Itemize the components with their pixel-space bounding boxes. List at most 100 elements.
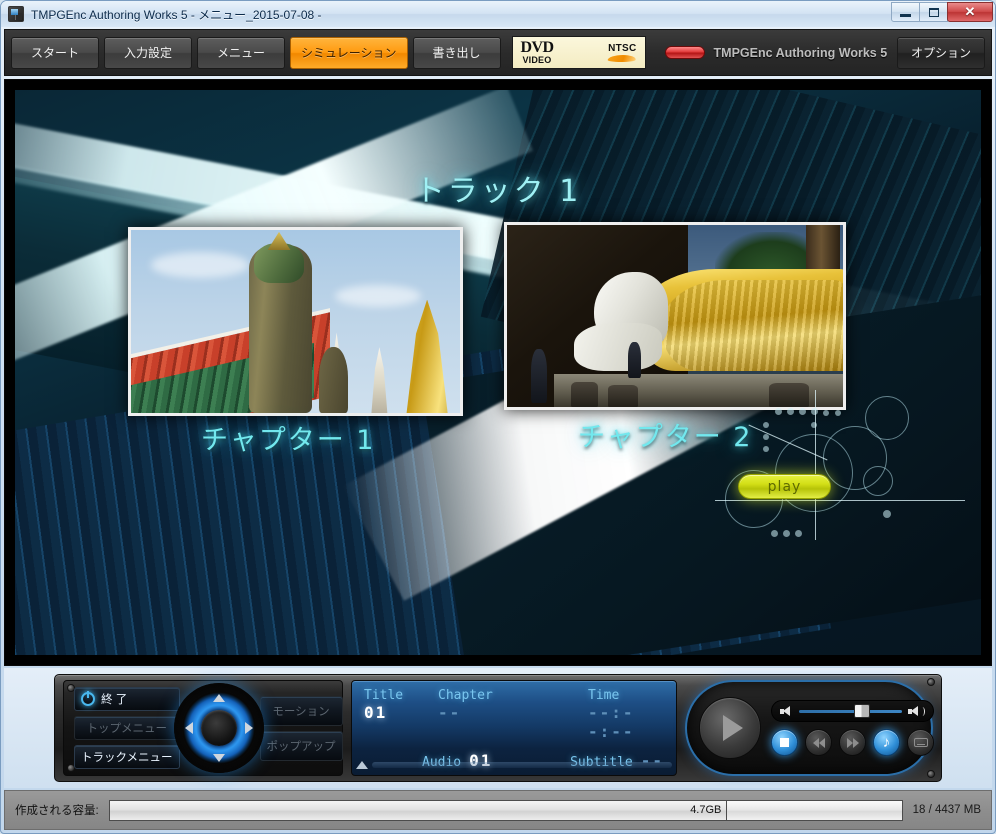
chapter-1-label: チャプター 1 — [201, 425, 376, 456]
thumb2-offering-urn — [607, 385, 639, 407]
expand-triangle-icon[interactable] — [356, 760, 368, 769]
dvd-logo-bottom: VIDEO — [522, 55, 552, 65]
transport-buttons: ♪ — [771, 729, 934, 756]
play-menu-button[interactable]: play — [738, 474, 831, 499]
capacity-disc-size: 4.7GB — [109, 800, 728, 820]
ntsc-label: NTSC — [608, 42, 637, 54]
power-icon — [81, 692, 95, 706]
volume-low-icon — [780, 705, 793, 717]
preview-stage-frame: トラック 1 チャプター 1 チャプター 2 play — [4, 79, 992, 666]
minimize-button[interactable] — [891, 2, 920, 22]
dvd-logo: DVD VIDEO — [521, 40, 554, 65]
dpad-right-icon[interactable] — [244, 722, 253, 734]
main-toolbar: スタート 入力設定 メニュー シミュレーション 書き出し DVD VIDEO N… — [4, 29, 992, 76]
info-row-primary: Title 01 Chapter -- Time --:--:-- — [364, 688, 664, 741]
stop-icon — [780, 738, 789, 747]
info-expand-area — [356, 759, 672, 770]
previous-icon — [813, 738, 825, 748]
thumb1-cloud — [334, 284, 421, 307]
chapter-1-thumbnail[interactable] — [128, 227, 463, 416]
thumb2-visitor — [627, 341, 642, 378]
title-bar: TMPGEnc Authoring Works 5 - メニュー_2015-07… — [1, 1, 995, 27]
info-track-bar — [372, 761, 672, 768]
brand-area: TMPGEnc Authoring Works 5 — [651, 46, 892, 60]
chapter-field: Chapter -- — [438, 688, 588, 722]
remote-right-buttons: モーション ポップアップ — [259, 695, 343, 761]
playback-right-column: ♪ — [771, 700, 934, 756]
tab-start[interactable]: スタート — [11, 36, 99, 69]
title-field: Title 01 — [364, 688, 438, 722]
thumb1-cloud — [150, 251, 250, 278]
thumb2-buddha-arm — [574, 323, 662, 371]
remote-left-buttons: 終 了 トップメニュー トラックメニュー — [74, 687, 180, 769]
tab-menu[interactable]: メニュー — [197, 36, 285, 69]
time-field: Time --:--:-- — [588, 688, 664, 741]
tab-simulation[interactable]: シミュレーション — [290, 36, 408, 69]
track-title-text: トラック 1 — [414, 174, 582, 209]
brand-logo-icon — [664, 46, 705, 59]
play-button[interactable] — [699, 697, 761, 759]
volume-knob[interactable] — [853, 704, 870, 718]
capacity-meter: 4.7GB — [108, 799, 903, 821]
chapter-2-label: チャプター 2 — [578, 422, 753, 453]
top-menu-button[interactable]: トップメニュー — [74, 716, 180, 740]
minimize-icon — [900, 13, 911, 17]
window-title: TMPGEnc Authoring Works 5 - メニュー_2015-07… — [31, 7, 322, 22]
capacity-overflow-region — [727, 800, 902, 820]
thumb2-robe-folds — [661, 279, 843, 371]
playback-controls: ♪ — [685, 678, 935, 778]
maximize-button[interactable] — [919, 2, 948, 22]
popup-button[interactable]: ポップアップ — [259, 730, 343, 761]
volume-track[interactable] — [799, 704, 902, 718]
capacity-label: 作成される容量: — [15, 805, 99, 817]
previous-button[interactable] — [805, 729, 832, 756]
subtitle-button[interactable] — [907, 729, 934, 756]
stop-button[interactable] — [771, 729, 798, 756]
chapter-2-thumbnail[interactable] — [504, 222, 846, 410]
time-label: Time — [588, 688, 620, 703]
thumb2-visitor — [530, 348, 548, 404]
playback-info-display: Title 01 Chapter -- Time --:--:-- Audio — [351, 680, 677, 776]
screw-icon — [927, 678, 935, 686]
dvd-logo-top: DVD — [520, 39, 554, 56]
control-bar: 終 了 トップメニュー トラックメニュー モーション ポップアップ Title … — [4, 668, 992, 788]
title-value: 01 — [364, 703, 388, 722]
app-icon — [8, 6, 24, 22]
dpad-control[interactable] — [173, 683, 264, 773]
exit-label: 終 了 — [101, 694, 128, 706]
brand-name: TMPGEnc Authoring Works 5 — [713, 45, 888, 60]
options-button[interactable]: オプション — [897, 36, 985, 69]
subtitle-icon — [913, 738, 928, 747]
tab-input-settings[interactable]: 入力設定 — [104, 36, 192, 69]
track-menu-button[interactable]: トラックメニュー — [74, 745, 180, 769]
remote-menu-module: 終 了 トップメニュー トラックメニュー モーション ポップアップ — [63, 680, 343, 776]
motion-button[interactable]: モーション — [259, 695, 343, 726]
ntsc-swoosh-icon — [607, 54, 637, 62]
volume-high-icon — [908, 705, 925, 717]
title-label: Title — [364, 688, 404, 703]
time-value: --:--:-- — [588, 703, 635, 741]
screw-icon — [927, 770, 935, 778]
dvd-menu-preview[interactable]: トラック 1 チャプター 1 チャプター 2 play — [15, 90, 981, 655]
audio-track-button[interactable]: ♪ — [873, 729, 900, 756]
tab-output[interactable]: 書き出し — [412, 36, 501, 69]
disc-format-badge: DVD VIDEO NTSC — [511, 36, 646, 69]
exit-button[interactable]: 終 了 — [74, 687, 180, 711]
restore-icon — [928, 7, 939, 17]
thumb2-offering-urn — [769, 383, 810, 407]
thumb1-guardian-secondary — [318, 347, 349, 413]
capacity-usage: 18 / 4437 MB — [912, 804, 981, 816]
ntsc-logo: NTSC — [607, 42, 637, 62]
thumb2-offering-urn — [570, 381, 598, 407]
music-note-icon: ♪ — [882, 734, 891, 751]
dpad-left-icon[interactable] — [184, 722, 193, 734]
dpad-down-icon[interactable] — [212, 754, 225, 762]
close-button[interactable]: ✕ — [947, 2, 993, 22]
window-controls: ✕ — [891, 2, 993, 22]
virtual-remote: 終 了 トップメニュー トラックメニュー モーション ポップアップ Title … — [54, 674, 942, 782]
chapter-value: -- — [438, 703, 462, 722]
status-bar: 作成される容量: 4.7GB 18 / 4437 MB — [4, 790, 992, 830]
next-button[interactable] — [839, 729, 866, 756]
volume-slider[interactable] — [771, 700, 934, 722]
dpad-up-icon[interactable] — [212, 694, 225, 702]
